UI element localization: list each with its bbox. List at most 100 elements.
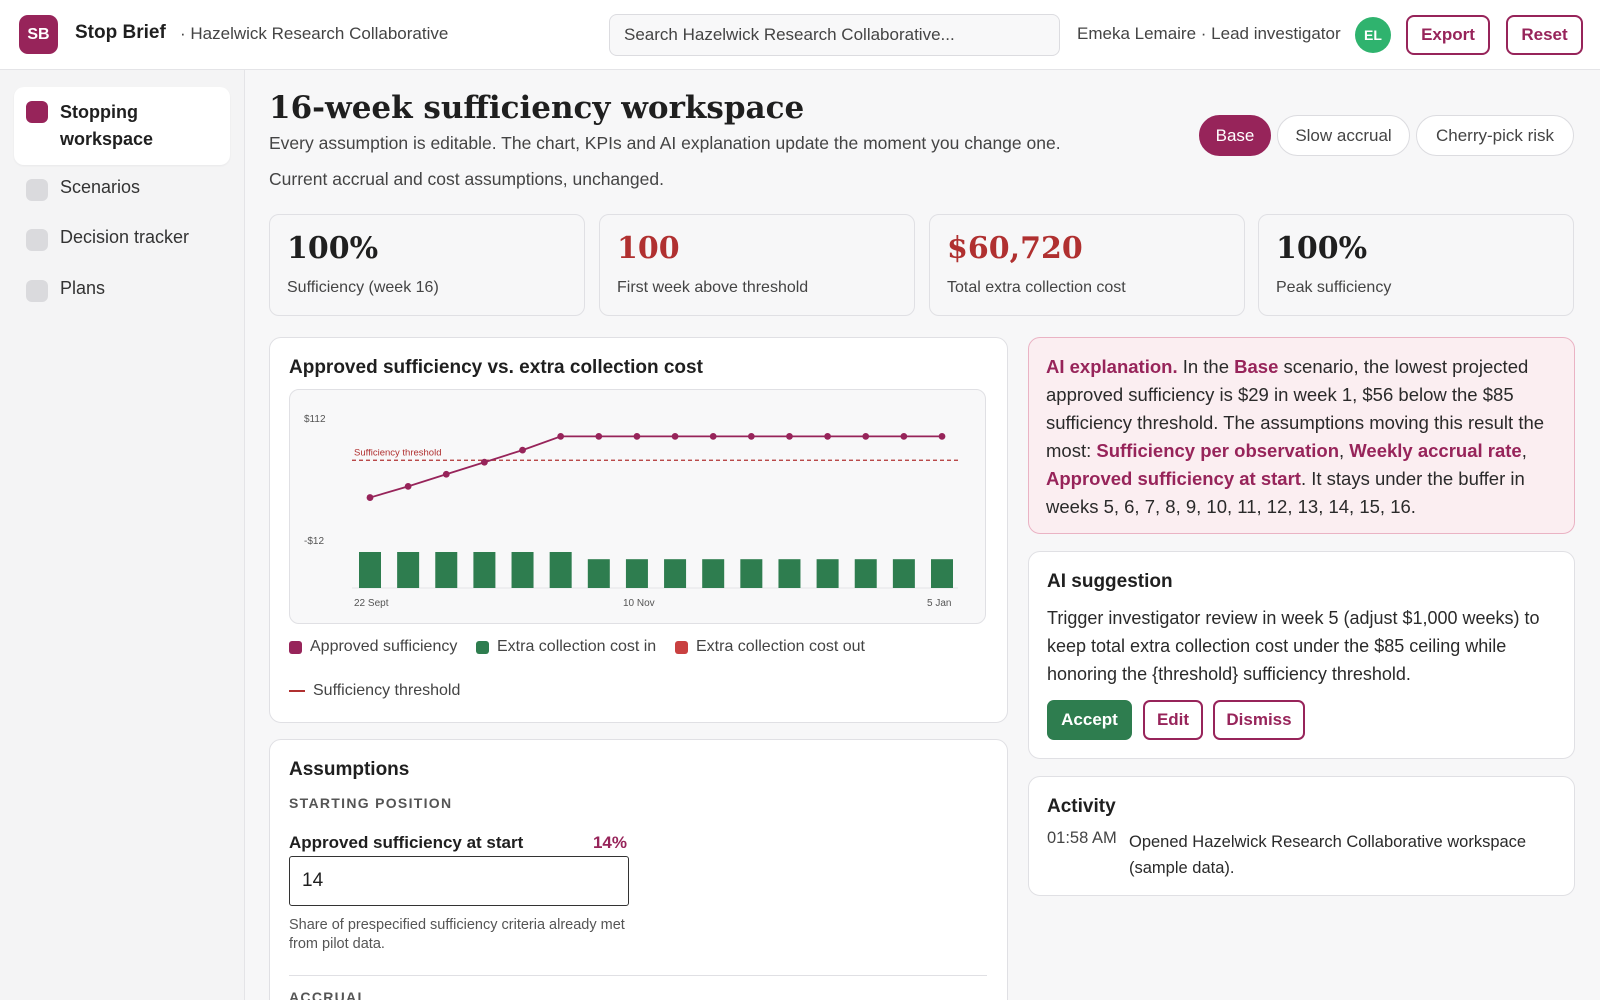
top-bar: SB Stop Brief · Hazelwick Research Colla… bbox=[0, 0, 1600, 70]
legend-swatch bbox=[476, 640, 489, 654]
kpi-card-sufficiency: 100% Sufficiency (week 16) bbox=[269, 214, 585, 316]
point-approved-sufficiency bbox=[557, 432, 565, 440]
scenario-cherry-pick-pill[interactable]: Cherry-pick risk bbox=[1416, 115, 1574, 156]
sidebar-item-plans[interactable]: Plans bbox=[14, 266, 230, 314]
bar-extra-cost-in bbox=[816, 559, 839, 588]
accept-button[interactable]: Accept bbox=[1047, 700, 1132, 740]
kpi-value: 100 bbox=[617, 231, 680, 266]
section-label-accrual: ACCRUAL bbox=[289, 989, 368, 1000]
ai-explanation-assumption: Approved sufficiency at start bbox=[1046, 468, 1301, 489]
field-help: Share of prespecified sufficiency criter… bbox=[289, 917, 625, 952]
x-tick-label: 10 Nov bbox=[623, 598, 655, 609]
point-approved-sufficiency bbox=[519, 446, 526, 454]
legend-item-approved: Approved sufficiency bbox=[289, 638, 457, 656]
kpi-value: 100% bbox=[1276, 231, 1368, 266]
scenario-base-pill[interactable]: Base bbox=[1199, 115, 1271, 156]
line-approved-sufficiency bbox=[369, 435, 942, 499]
ai-suggestion-title: AI suggestion bbox=[1047, 571, 1173, 592]
section-label-starting-position: STARTING POSITION bbox=[289, 795, 453, 811]
bar-extra-cost-in bbox=[625, 559, 648, 588]
sidebar-item-scenarios[interactable]: Scenarios bbox=[14, 165, 230, 213]
ai-explanation-text: , bbox=[1521, 440, 1527, 461]
kpi-label: Sufficiency (week 16) bbox=[287, 279, 439, 296]
bar-extra-cost-in bbox=[664, 559, 687, 588]
legend-label: Extra collection cost out bbox=[696, 638, 865, 655]
ai-explanation-lead: AI explanation. bbox=[1046, 356, 1178, 377]
x-tick-label: 22 Sept bbox=[354, 598, 389, 609]
bar-extra-cost-in bbox=[397, 552, 420, 588]
ai-explanation-assumption: Weekly accrual rate bbox=[1349, 440, 1522, 461]
activity-time: 01:58 AM bbox=[1047, 829, 1117, 847]
ai-explanation-scenario: Base bbox=[1234, 356, 1279, 377]
point-approved-sufficiency bbox=[938, 432, 946, 440]
chart-area: $112 -$12 Sufficiency threshold 22 Sept 10 N… bbox=[289, 389, 986, 624]
sidebar-item-label: Scenarios bbox=[60, 177, 141, 197]
sidebar-item-label: Plans bbox=[60, 278, 106, 298]
page-title: 16-week sufficiency workspace bbox=[269, 90, 805, 126]
ai-explanation-text: In the bbox=[1177, 356, 1235, 377]
kpi-value: 100% bbox=[287, 231, 379, 266]
dismiss-button[interactable]: Dismiss bbox=[1213, 700, 1305, 740]
bar-extra-cost-in bbox=[702, 559, 725, 588]
bar-extra-cost-in bbox=[473, 552, 496, 588]
chart-card: Approved sufficiency vs. extra collectio… bbox=[269, 337, 1008, 723]
approved-sufficiency-input[interactable] bbox=[289, 856, 629, 906]
kpi-value: $60,720 bbox=[947, 231, 1083, 266]
point-approved-sufficiency bbox=[900, 432, 908, 440]
point-approved-sufficiency bbox=[786, 432, 793, 440]
bar-extra-cost-in bbox=[892, 559, 915, 588]
scenarios-icon bbox=[26, 179, 48, 201]
bar-extra-cost-in bbox=[435, 552, 458, 588]
y-tick-label: -$12 bbox=[304, 536, 324, 547]
bar-extra-cost-in bbox=[931, 559, 953, 588]
point-approved-sufficiency bbox=[747, 432, 755, 440]
kpi-card-first-week: 100 First week above threshold bbox=[599, 214, 915, 316]
point-approved-sufficiency bbox=[404, 482, 412, 490]
ai-suggestion-card: AI suggestion Trigger investigator revie… bbox=[1028, 551, 1575, 759]
activity-card: Activity 01:58 AM Opened Hazelwick Resea… bbox=[1028, 776, 1575, 896]
point-approved-sufficiency bbox=[633, 432, 641, 440]
export-button[interactable]: Export bbox=[1406, 15, 1490, 55]
sidebar-item-label: Decision tracker bbox=[60, 227, 190, 247]
bar-extra-cost-in bbox=[854, 559, 877, 588]
assumptions-title: Assumptions bbox=[289, 759, 410, 780]
bar-extra-cost-in bbox=[778, 559, 801, 588]
ai-explanation-panel: AI explanation. In the Base scenario, th… bbox=[1028, 337, 1575, 534]
kpi-label: First week above threshold bbox=[617, 279, 809, 296]
page-subtitle: Every assumption is editable. The chart,… bbox=[269, 133, 1061, 153]
bar-extra-cost-in bbox=[359, 552, 381, 588]
sidebar-item-label: Stopping workspace bbox=[60, 102, 154, 149]
legend-label: Extra collection cost in bbox=[497, 638, 657, 655]
edit-button[interactable]: Edit bbox=[1143, 700, 1203, 740]
point-approved-sufficiency bbox=[442, 470, 450, 478]
reset-button[interactable]: Reset bbox=[1506, 15, 1583, 55]
sidebar-item-decision-tracker[interactable]: Decision tracker bbox=[14, 215, 230, 263]
legend-swatch bbox=[675, 640, 688, 654]
point-approved-sufficiency bbox=[824, 432, 831, 440]
scenario-slow-accrual-pill[interactable]: Slow accrual bbox=[1277, 115, 1410, 156]
assumptions-card: Assumptions STARTING POSITION Approved s… bbox=[269, 739, 1008, 1000]
bar-extra-cost-in bbox=[549, 552, 572, 588]
bar-extra-cost-in bbox=[587, 559, 610, 588]
activity-text: Opened Hazelwick Research Collaborative … bbox=[1129, 833, 1527, 877]
ai-explanation-text: , bbox=[1339, 440, 1350, 461]
search-input[interactable] bbox=[609, 14, 1060, 56]
point-approved-sufficiency bbox=[595, 432, 603, 440]
scenario-description: Current accrual and cost assumptions, un… bbox=[269, 169, 664, 189]
y-tick-label: $112 bbox=[304, 414, 326, 425]
avatar[interactable]: EL bbox=[1355, 17, 1391, 53]
legend-item-cost-out: Extra collection cost out bbox=[675, 638, 865, 656]
sidebar-item-stopping-workspace[interactable]: Stopping workspace bbox=[14, 87, 230, 165]
point-approved-sufficiency bbox=[862, 432, 870, 440]
legend-swatch bbox=[289, 690, 305, 692]
app-logo[interactable]: SB bbox=[19, 15, 58, 54]
activity-title: Activity bbox=[1047, 796, 1116, 817]
ai-suggestion-text: Trigger investigator review in week 5 (a… bbox=[1047, 608, 1540, 684]
kpi-card-total-cost: $60,720 Total extra collection cost bbox=[929, 214, 1245, 316]
app-name: Stop Brief bbox=[75, 22, 166, 43]
org-name: · Hazelwick Research Collaborative bbox=[180, 24, 449, 43]
chart-svg: $112 -$12 Sufficiency threshold 22 Sept 10 N… bbox=[304, 414, 958, 609]
point-approved-sufficiency bbox=[481, 458, 488, 466]
user-label: Emeka Lemaire · Lead investigator bbox=[1077, 24, 1341, 43]
kpi-label: Peak sufficiency bbox=[1276, 279, 1392, 296]
